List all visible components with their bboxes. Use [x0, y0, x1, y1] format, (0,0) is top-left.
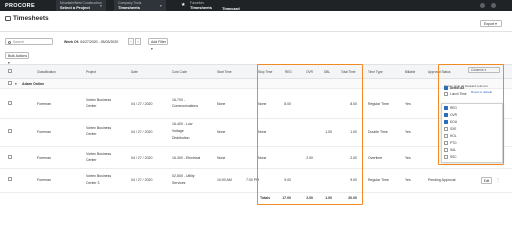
row-time-type: Double Time [368, 130, 388, 134]
row-divider [0, 168, 512, 169]
row-divider [0, 146, 512, 147]
row-cost-code: Voltage [172, 129, 184, 133]
group-checkbox[interactable] [8, 81, 12, 85]
row-project: Vortex Business [86, 126, 112, 130]
col-date[interactable]: Date [131, 70, 138, 74]
timesheets-icon [5, 16, 11, 21]
row-billable: Yes [405, 102, 411, 106]
collapse-caret-icon[interactable]: ▾ [15, 82, 17, 86]
row-cost-code: 02-500 - Utility [172, 174, 195, 178]
search-input[interactable]: Search [5, 38, 53, 45]
row-project: Vortex Business [86, 174, 112, 178]
row-billable: Yes [405, 156, 411, 160]
row-cost-code: Communications [172, 104, 199, 108]
col-cost-code[interactable]: Cost Code [172, 70, 187, 74]
search-placeholder: Search [13, 40, 25, 44]
row-classification: Foreman [37, 130, 52, 134]
row-project: Center [86, 104, 97, 108]
row-divider [0, 192, 512, 193]
col-billable[interactable]: Billable [405, 70, 415, 74]
top-navigation-bar: PROCORE MountainWest Construction Select… [0, 0, 512, 11]
add-filter-button[interactable]: Add Filter ▾ [148, 38, 168, 51]
col-time-type[interactable]: Time Type [368, 70, 383, 74]
employee-group-row [0, 79, 512, 88]
row-date: 04 / 27 / 2020 [131, 130, 153, 134]
row-date: 04 / 27 / 2020 [131, 156, 153, 160]
row-start-time: None [217, 102, 226, 106]
employee-name: Adam Online [22, 82, 45, 86]
row-start-time: None [217, 130, 226, 134]
row-cost-code: 16-400 - Low [172, 122, 193, 126]
header-divider [0, 31, 512, 32]
tools-current: Timesheets [118, 4, 140, 10]
week-of-label: Week Of: 04/27/2020 - 05/03/2020 [64, 40, 118, 44]
row-divider [0, 118, 512, 119]
apps-icon[interactable] [480, 3, 485, 8]
col-project[interactable]: Project [86, 70, 96, 74]
tools-selector[interactable]: Company Tools Timesheets ▾ [114, 0, 166, 11]
row-cost-code: Services [172, 181, 186, 185]
row-project: Center [86, 158, 97, 162]
row-project: Vortex Business [86, 98, 112, 102]
row-checkbox[interactable] [8, 177, 12, 181]
row-start-time: None [217, 156, 226, 160]
row-time-type: Overtime [368, 156, 383, 160]
row-classification: Foreman [37, 102, 52, 106]
favorite-timecard[interactable]: Timecard [222, 6, 240, 11]
export-button[interactable]: Export ▾ [480, 20, 502, 27]
next-week-button[interactable]: › [135, 38, 141, 45]
row-date: 04 / 27 / 2020 [131, 102, 153, 106]
row-divider [0, 88, 512, 89]
row-classification: Foreman [37, 178, 52, 182]
bulk-actions-label: Bulk Actions [8, 54, 28, 58]
more-options-icon[interactable]: ⋮ [496, 177, 500, 182]
star-icon[interactable]: ★ [181, 2, 185, 8]
previous-week-button[interactable]: ‹ [128, 38, 134, 45]
company-project-selector[interactable]: MountainWest Construction Select a Proje… [56, 0, 106, 11]
user-avatar[interactable] [491, 3, 496, 8]
hours-columns-highlight [257, 64, 363, 205]
procore-logo[interactable]: PROCORE [5, 3, 35, 9]
row-time-type: Regular Time [368, 102, 389, 106]
row-cost-code: 16-300 - Electrical [172, 156, 201, 160]
row-project: Vortex Business [86, 152, 112, 156]
page-title: Timesheets [13, 15, 49, 22]
row-cost-code: 16-700 - [172, 98, 186, 102]
row-checkbox[interactable] [8, 129, 12, 133]
search-icon [8, 40, 11, 44]
row-checkbox[interactable] [8, 155, 12, 159]
project-selector-label: Select a Project [60, 4, 90, 10]
row-project: Center [86, 132, 97, 136]
row-time-type: Regular Time [368, 178, 389, 182]
column-chooser-highlight [438, 64, 504, 165]
row-project: Center 3 [86, 181, 100, 185]
row-checkbox[interactable] [8, 101, 12, 105]
row-date: 04 / 27 / 2020 [131, 178, 153, 182]
col-start-time[interactable]: Start Time [217, 70, 232, 74]
row-approval-status: Pending Approval [428, 178, 456, 182]
favorites-menu[interactable]: Favorites Timesheets [190, 1, 212, 10]
add-filter-label: Add Filter [151, 40, 166, 44]
row-billable: Yes [405, 178, 411, 182]
favorite-timesheets[interactable]: Timesheets [190, 5, 212, 11]
bulk-actions-button[interactable]: Bulk Actions ▾ [5, 52, 29, 65]
row-start-time: 10:00 AM [217, 178, 232, 182]
row-classification: Foreman [37, 156, 52, 160]
chevron-down-icon: ▾ [160, 4, 162, 8]
col-classification[interactable]: Classification [37, 70, 56, 74]
row-billable: Yes [405, 130, 411, 134]
week-of-title: Week Of: [64, 40, 80, 44]
row-cost-code: Distribution [172, 136, 190, 140]
chevron-down-icon: ▾ [100, 4, 102, 8]
export-label: Export [484, 22, 495, 26]
week-of-value[interactable]: 04/27/2020 - 05/03/2020 [80, 40, 118, 44]
select-all-checkbox[interactable] [8, 69, 12, 73]
edit-button[interactable]: Edit [481, 177, 492, 184]
